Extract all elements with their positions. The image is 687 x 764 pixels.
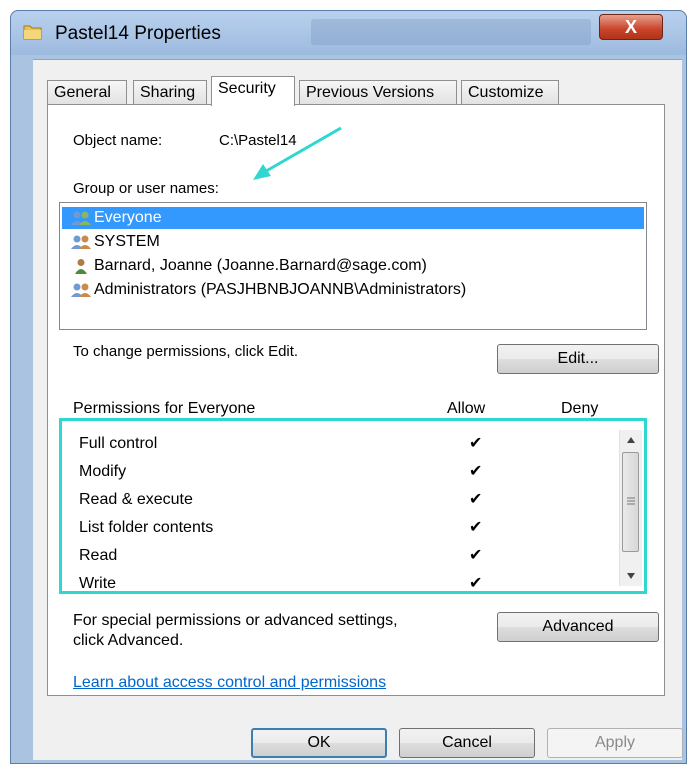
list-item-administrators[interactable]: Administrators (PASJHBNBJOANNB\Administr… bbox=[62, 279, 466, 301]
tab-general[interactable]: General bbox=[47, 80, 127, 104]
allow-check-icon: ✔ bbox=[469, 491, 483, 508]
ok-button[interactable]: OK bbox=[251, 728, 387, 758]
group-user-list[interactable]: Everyone SYSTEM Barnard, Joanne (Joanne.… bbox=[59, 202, 647, 330]
allow-check-icon: ✔ bbox=[469, 435, 483, 452]
cancel-button[interactable]: Cancel bbox=[399, 728, 535, 758]
tab-previous-versions[interactable]: Previous Versions bbox=[299, 80, 457, 104]
permission-name: Write bbox=[79, 575, 117, 592]
properties-window: Pastel14 Properties X General Sharing Se… bbox=[10, 10, 687, 764]
deny-header: Deny bbox=[561, 400, 599, 417]
list-item-label: Administrators (PASJHBNBJOANNB\Administr… bbox=[94, 281, 467, 298]
edit-button[interactable]: Edit... bbox=[497, 344, 659, 374]
permission-row-read: Read ✔ bbox=[79, 542, 599, 570]
permission-row-write: Write ✔ bbox=[79, 570, 599, 598]
user-icon bbox=[75, 259, 87, 274]
permission-name: Modify bbox=[79, 463, 127, 480]
special-permissions-text-2: click Advanced. bbox=[73, 632, 184, 649]
permission-name: Read & execute bbox=[79, 491, 193, 508]
special-permissions-text-1: For special permissions or advanced sett… bbox=[73, 612, 398, 629]
window-title: Pastel14 Properties bbox=[55, 23, 221, 44]
group-icon bbox=[71, 283, 91, 297]
allow-check-icon: ✔ bbox=[469, 463, 483, 480]
permission-name: List folder contents bbox=[79, 519, 214, 536]
scroll-up-icon[interactable] bbox=[626, 436, 636, 444]
permission-row-read-execute: Read & execute ✔ bbox=[79, 486, 599, 514]
title-bar[interactable]: Pastel14 Properties X bbox=[11, 11, 686, 55]
annotation-arrow bbox=[253, 126, 342, 180]
permissions-list: Full control ✔ Modify ✔ Read & execute ✔ Li… bbox=[59, 430, 647, 594]
permission-row-modify: Modify ✔ bbox=[79, 458, 599, 486]
tab-sharing[interactable]: Sharing bbox=[133, 80, 207, 104]
allow-check-icon: ✔ bbox=[469, 575, 483, 592]
list-item-everyone[interactable]: Everyone bbox=[62, 207, 644, 229]
dialog-client: General Sharing Security Previous Versio… bbox=[33, 59, 683, 760]
apply-button[interactable]: Apply bbox=[547, 728, 683, 758]
permission-name: Read bbox=[79, 547, 118, 564]
grip-icon bbox=[627, 497, 635, 505]
permissions-scrollbar[interactable] bbox=[619, 430, 642, 586]
scroll-down-icon[interactable] bbox=[626, 572, 636, 580]
group-names-label: Group or user names: bbox=[73, 180, 219, 197]
object-name-label: Object name: bbox=[73, 132, 163, 149]
change-permissions-text: To change permissions, click Edit. bbox=[73, 343, 299, 360]
list-item-label: Barnard, Joanne (Joanne.Barnard@sage.com… bbox=[94, 257, 427, 274]
permission-name: Full control bbox=[79, 435, 158, 452]
scrollbar-thumb[interactable] bbox=[622, 452, 639, 552]
list-item-barnard[interactable]: Barnard, Joanne (Joanne.Barnard@sage.com… bbox=[62, 255, 427, 277]
learn-access-control-link[interactable]: Learn about access control and permissio… bbox=[73, 674, 386, 692]
list-item-system[interactable]: SYSTEM bbox=[62, 231, 160, 253]
list-item-label: Everyone bbox=[94, 209, 162, 226]
advanced-button[interactable]: Advanced bbox=[497, 612, 659, 642]
permission-row-list-folder: List folder contents ✔ bbox=[79, 514, 599, 542]
list-item-label: SYSTEM bbox=[94, 233, 160, 250]
background-window-ghost bbox=[311, 19, 591, 45]
tab-security[interactable]: Security bbox=[211, 76, 295, 106]
close-button[interactable]: X bbox=[599, 14, 663, 40]
allow-check-icon: ✔ bbox=[469, 547, 483, 564]
group-icon bbox=[71, 211, 91, 225]
group-icon bbox=[71, 235, 91, 249]
tab-customize[interactable]: Customize bbox=[461, 80, 559, 104]
folder-icon bbox=[23, 25, 42, 40]
allow-header: Allow bbox=[447, 400, 486, 417]
allow-check-icon: ✔ bbox=[469, 519, 483, 536]
permission-row-full-control: Full control ✔ bbox=[79, 430, 599, 458]
permissions-header: Permissions for Everyone bbox=[73, 400, 256, 417]
close-icon: X bbox=[624, 16, 637, 37]
